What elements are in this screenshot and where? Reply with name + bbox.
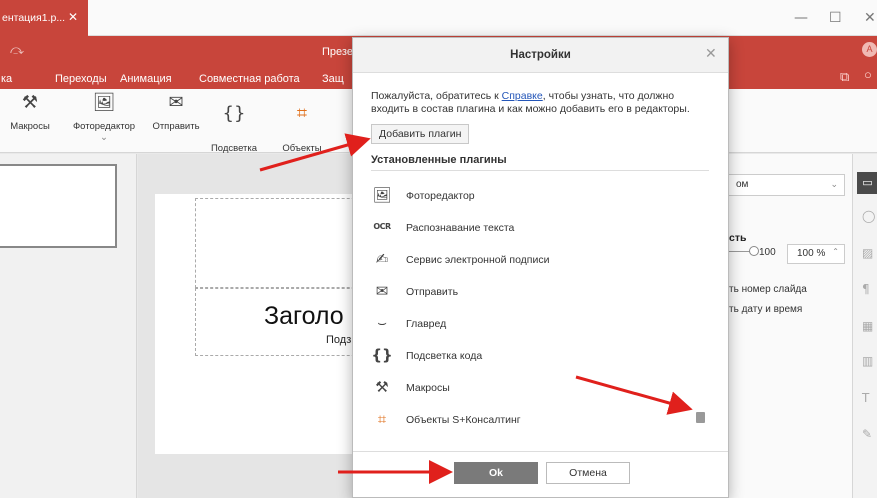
menu-animation[interactable]: Анимация xyxy=(120,73,172,85)
opacity-slider-handle[interactable] xyxy=(749,246,759,256)
textart-settings-icon[interactable]: T xyxy=(862,391,869,405)
plugin-name: Отправить xyxy=(406,286,459,298)
menu-protection[interactable]: Защ xyxy=(322,73,344,85)
right-icon-bar: ▭ ◯ ▨ ¶ ▦ ▥ T ✎ xyxy=(852,154,877,498)
chevron-down-icon[interactable]: ⌄ xyxy=(64,132,144,143)
tool-send-label: Отправить xyxy=(152,121,200,132)
ocr-icon: OCR xyxy=(373,222,391,231)
fill-select[interactable]: ом ⌄ xyxy=(727,174,845,196)
code-highlight-icon: {} xyxy=(222,103,246,124)
document-tab-label: ентация1.p... xyxy=(2,12,66,24)
photo-editor-icon: 🖼 xyxy=(372,186,392,204)
maximize-icon[interactable]: ☐ xyxy=(829,10,842,26)
cancel-button[interactable]: Отмена xyxy=(546,462,630,484)
delete-plugin-icon[interactable] xyxy=(696,412,705,423)
objects-icon: ⌗ xyxy=(296,103,308,124)
opacity-slider-max: 100 xyxy=(759,247,776,258)
close-window-icon[interactable]: ✕ xyxy=(864,10,876,26)
opacity-slider-track[interactable] xyxy=(729,251,751,252)
opacity-spinner-value: 100 % xyxy=(797,248,826,259)
open-location-icon[interactable]: ⧉ xyxy=(840,69,849,85)
plugin-item-glavred[interactable]: ⌣ Главред xyxy=(371,310,711,338)
plugin-item-objects[interactable]: ⌗ Объекты S+Консалтинг xyxy=(371,406,711,434)
slide-settings-icon[interactable]: ▭ xyxy=(857,172,877,194)
macros-icon: ⚒ xyxy=(375,378,389,396)
redo-icon[interactable]: ⤼ xyxy=(10,42,24,58)
tab-close-icon[interactable]: ✕ xyxy=(68,10,78,24)
send-icon: ✉ xyxy=(375,282,389,300)
add-plugin-button[interactable]: Добавить плагин xyxy=(371,124,470,144)
opacity-label: сть xyxy=(729,232,747,244)
minimize-icon[interactable]: — xyxy=(794,10,808,26)
document-title: Презе xyxy=(322,46,353,58)
plugin-item-code-highlight[interactable]: {} Подсветка кода xyxy=(371,342,711,370)
plugin-item-signature[interactable]: ✍ Сервис электронной подписи xyxy=(371,246,711,274)
tool-photo-editor[interactable]: 🖼 Фоторедактор ⌄ xyxy=(64,92,144,144)
plugin-item-ocr[interactable]: OCR Распознавание текста xyxy=(371,214,711,242)
chart-settings-icon[interactable]: ▥ xyxy=(862,354,873,368)
dialog-title: Настройки xyxy=(510,49,571,61)
slide-thumbnails-panel xyxy=(0,154,137,498)
plugin-name: Сервис электронной подписи xyxy=(406,254,550,266)
avatar[interactable]: A xyxy=(862,42,877,57)
opacity-spinner[interactable]: 100 % ⌃ xyxy=(787,244,845,264)
glavred-icon: ⌣ xyxy=(377,314,387,332)
spinner-arrows-icon[interactable]: ⌃ xyxy=(832,247,839,256)
show-slide-number-checkbox[interactable]: ть номер слайда xyxy=(729,284,807,295)
send-icon: ✉ xyxy=(168,92,184,113)
image-settings-icon[interactable]: ▨ xyxy=(862,246,873,260)
tool-photo-editor-label: Фоторедактор xyxy=(72,121,136,132)
plugin-name: Главред xyxy=(406,318,447,330)
slide-subtitle-text: Подз xyxy=(326,334,352,346)
tool-macros[interactable]: ⚒ Макросы xyxy=(0,92,60,133)
menu-collaboration[interactable]: Совместная работа xyxy=(199,73,300,85)
dialog-header: Настройки ✕ xyxy=(353,38,728,73)
plugin-name: Макросы xyxy=(406,382,450,394)
table-settings-icon[interactable]: ▦ xyxy=(862,319,873,333)
title-bar: ентация1.p... ✕ — ☐ ✕ xyxy=(0,0,877,36)
comment-icon[interactable]: ○ xyxy=(864,67,872,82)
document-tab[interactable]: ентация1.p... ✕ xyxy=(0,0,88,36)
info-text-part: Пожалуйста, обратитесь к xyxy=(371,90,502,102)
close-icon[interactable]: ✕ xyxy=(705,45,717,62)
plugin-name: Объекты S+Консалтинг xyxy=(406,414,521,426)
tool-send[interactable]: ✉ Отправить xyxy=(146,92,206,133)
divider xyxy=(371,170,709,171)
signature-settings-icon[interactable]: ✎ xyxy=(862,427,872,441)
installed-plugins-title: Установленные плагины xyxy=(371,154,507,166)
show-datetime-checkbox[interactable]: ть дату и время xyxy=(729,304,802,315)
slide-thumbnail[interactable] xyxy=(0,164,117,248)
photo-editor-icon: 🖼 xyxy=(92,92,116,113)
signature-icon: ✍ xyxy=(375,250,389,268)
plugin-item-macros[interactable]: ⚒ Макросы xyxy=(371,374,711,402)
code-highlight-icon: {} xyxy=(371,346,393,364)
objects-icon: ⌗ xyxy=(377,410,387,428)
plugin-name: Подсветка кода xyxy=(406,350,483,362)
plugin-name: Распознавание текста xyxy=(406,222,515,234)
menu-insert[interactable]: ка xyxy=(1,73,12,85)
paragraph-settings-icon[interactable]: ¶ xyxy=(862,282,870,296)
chevron-down-icon: ⌄ xyxy=(830,179,838,189)
fill-select-value: ом xyxy=(736,179,749,190)
dialog-info-text: Пожалуйста, обратитесь к Справке, чтобы … xyxy=(371,90,711,116)
settings-dialog: Настройки ✕ Пожалуйста, обратитесь к Спр… xyxy=(352,37,729,498)
tool-macros-label: Макросы xyxy=(10,121,50,132)
slide-title-text: Заголо xyxy=(264,302,344,330)
plugin-name: Фоторедактор xyxy=(406,190,475,202)
title-placeholder[interactable] xyxy=(195,198,375,288)
menu-transitions[interactable]: Переходы xyxy=(55,73,107,85)
dialog-footer-divider xyxy=(353,451,728,452)
macros-icon: ⚒ xyxy=(21,92,39,113)
ok-button[interactable]: Ok xyxy=(454,462,538,484)
plugin-item-photo-editor[interactable]: 🖼 Фоторедактор xyxy=(371,182,711,210)
plugin-item-send[interactable]: ✉ Отправить xyxy=(371,278,711,306)
shape-settings-icon[interactable]: ◯ xyxy=(862,209,875,223)
help-link[interactable]: Справке xyxy=(502,90,543,102)
